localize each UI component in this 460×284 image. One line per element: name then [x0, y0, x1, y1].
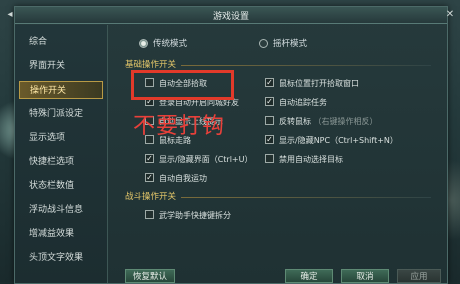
annotation-text: 不要打钩 [133, 114, 226, 139]
sidebar-item-label: 增减益效果 [29, 229, 75, 239]
radio-selected-icon [139, 39, 148, 48]
section-divider [181, 65, 431, 66]
invert-mouse-option[interactable]: 反转鼠标 （右键操作相反） [265, 115, 378, 128]
option-label: 反转鼠标 [279, 117, 311, 126]
checkbox-unchecked-icon[interactable] [265, 154, 274, 163]
mouse-pickup-window-option[interactable]: ✓ 鼠标位置打开拾取窗口 [265, 77, 359, 90]
sidebar-item-operation-toggles[interactable]: 操作开关 [19, 81, 103, 99]
close-icon[interactable]: ✕ [443, 8, 457, 21]
sidebar: 综合 界面开关 操作开关 特殊门派设定 显示选项 快捷栏选项 状态栏数值 浮动战… [15, 25, 108, 283]
combat-section-title: 战斗操作开关 [125, 192, 177, 202]
sidebar-item-label: 界面开关 [29, 61, 66, 71]
confirm-button[interactable]: 确定 [285, 269, 333, 283]
sidebar-item-general[interactable]: 综合 [19, 33, 103, 51]
martial-helper-split-option[interactable]: 武学助手快捷键拆分 [145, 209, 231, 222]
traditional-mode-label: 传统模式 [153, 39, 188, 49]
sidebar-item-special-sect[interactable]: 特殊门派设定 [19, 105, 103, 123]
auto-track-quest-option[interactable]: ✓ 自动追踪任务 [265, 96, 327, 109]
checkbox-unchecked-icon[interactable] [265, 116, 274, 125]
checkbox-checked-icon[interactable]: ✓ [265, 97, 274, 106]
traditional-mode-radio[interactable]: 传统模式 [139, 37, 187, 51]
sidebar-item-interface-toggles[interactable]: 界面开关 [19, 57, 103, 75]
option-label: 武学助手快捷键拆分 [159, 211, 231, 220]
window-title: 游戏设置 [212, 12, 249, 22]
sidebar-item-overhead-text[interactable]: 头顶文字效果 [19, 249, 103, 267]
toggle-npc-option[interactable]: ✓ 显示/隐藏NPC（Ctrl+Shift+N） [265, 134, 398, 147]
sidebar-item-label: 操作开关 [30, 86, 67, 96]
sidebar-item-label: 头顶文字效果 [29, 253, 84, 263]
reset-defaults-button[interactable]: 恢复默认 [125, 269, 175, 283]
option-label: 自动追踪任务 [279, 98, 327, 107]
section-divider [181, 197, 431, 198]
option-label: 自动自我运功 [159, 174, 207, 183]
disable-auto-target-option[interactable]: 禁用自动选择目标 [265, 153, 343, 166]
checkbox-checked-icon[interactable]: ✓ [265, 135, 274, 144]
option-hint: （右键操作相反） [313, 117, 378, 126]
checkbox-checked-icon[interactable]: ✓ [145, 154, 154, 163]
checkbox-checked-icon[interactable]: ✓ [265, 78, 274, 87]
option-label: 鼠标位置打开拾取窗口 [279, 79, 359, 88]
settings-content: 传统模式 摇杆模式 基础操作开关 自动全部拾取 ✓ 鼠标位置打开拾取窗口 ✓ 登录自… [111, 25, 447, 283]
cancel-button[interactable]: 取消 [341, 269, 389, 283]
sidebar-item-label: 综合 [29, 37, 48, 47]
auto-self-cultivate-option[interactable]: ✓ 自动自我运功 [145, 172, 207, 185]
sidebar-item-label: 特殊门派设定 [29, 109, 84, 119]
sidebar-item-display-options[interactable]: 显示选项 [19, 129, 103, 147]
radio-unselected-icon [259, 39, 268, 48]
sidebar-item-status-values[interactable]: 状态栏数值 [19, 177, 103, 195]
option-label: 显示/隐藏NPC（Ctrl+Shift+N） [279, 136, 398, 145]
option-label: 禁用自动选择目标 [279, 155, 343, 164]
title-bar: ◂ 游戏设置 ✕ [7, 7, 454, 24]
annotation-highlight-box [131, 70, 234, 100]
settings-window: ◂ 游戏设置 ✕ 综合 界面开关 操作开关 特殊门派设定 显示选项 快捷栏选项 … [7, 6, 454, 284]
sidebar-item-buff-effects[interactable]: 增减益效果 [19, 225, 103, 243]
sidebar-item-label: 显示选项 [29, 133, 66, 143]
joystick-mode-radio[interactable]: 摇杆模式 [259, 37, 307, 51]
sidebar-item-floating-combat[interactable]: 浮动战斗信息 [19, 201, 103, 219]
sidebar-item-label: 快捷栏选项 [29, 157, 75, 167]
joystick-mode-label: 摇杆模式 [273, 39, 308, 49]
option-label: 显示/隐藏界面（Ctrl+U） [159, 155, 253, 164]
checkbox-checked-icon[interactable]: ✓ [145, 173, 154, 182]
toggle-ui-option[interactable]: ✓ 显示/隐藏界面（Ctrl+U） [145, 153, 253, 166]
sidebar-item-hotbar-options[interactable]: 快捷栏选项 [19, 153, 103, 171]
checkbox-unchecked-icon[interactable] [145, 210, 154, 219]
apply-button[interactable]: 应用 [397, 269, 441, 283]
sidebar-item-label: 浮动战斗信息 [29, 205, 84, 215]
sidebar-item-label: 状态栏数值 [29, 181, 75, 191]
